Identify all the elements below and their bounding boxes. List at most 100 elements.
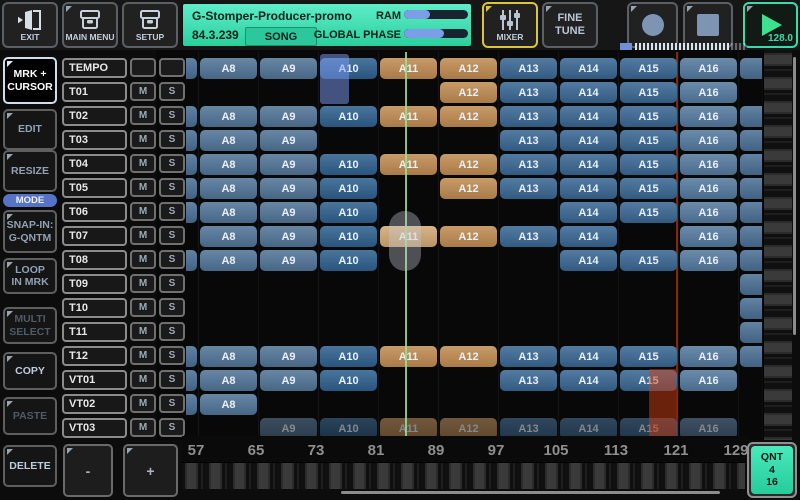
pattern-block-partial[interactable] xyxy=(186,346,197,367)
mute-button-T01[interactable]: M xyxy=(130,82,156,101)
pattern-block-A14[interactable]: A14 xyxy=(560,130,617,151)
track-button-T01[interactable]: T01 xyxy=(62,82,127,102)
pattern-block-A8[interactable]: A8 xyxy=(200,226,257,247)
pattern-block-A12[interactable]: A12 xyxy=(440,106,497,127)
solo-button-T07[interactable]: S xyxy=(159,226,185,245)
fine-tune-button[interactable]: FINE TUNE xyxy=(542,2,598,48)
pattern-block-A16[interactable]: A16 xyxy=(680,202,737,223)
pattern-block-A12[interactable]: A12 xyxy=(440,346,497,367)
pattern-block-partial[interactable] xyxy=(740,106,762,127)
pattern-block-A9[interactable]: A9 xyxy=(260,226,317,247)
pattern-block-partial[interactable] xyxy=(740,346,762,367)
stop-button[interactable] xyxy=(683,2,733,48)
pattern-block-A16[interactable]: A16 xyxy=(680,106,737,127)
pattern-block-A9[interactable]: A9 xyxy=(260,178,317,199)
mute-button-T07[interactable]: M xyxy=(130,226,156,245)
mute-button-T04[interactable]: M xyxy=(130,154,156,173)
solo-button-VT02[interactable]: S xyxy=(159,394,185,413)
sidebar-mrk-cursor-button[interactable]: MRK + CURSOR xyxy=(3,57,57,104)
mute-button-T06[interactable]: M xyxy=(130,202,156,221)
track-button-T08[interactable]: T08 xyxy=(62,250,127,270)
setup-button[interactable]: SETUP xyxy=(122,2,178,48)
solo-button-T02[interactable]: S xyxy=(159,106,185,125)
pattern-block-A11[interactable]: A11 xyxy=(380,58,437,79)
pattern-block-A16[interactable]: A16 xyxy=(680,178,737,199)
play-button[interactable]: 128.0 xyxy=(743,2,798,48)
solo-button-VT03[interactable]: S xyxy=(159,418,185,437)
track-button-T05[interactable]: T05 xyxy=(62,178,127,198)
pattern-block-A14[interactable]: A14 xyxy=(560,202,617,223)
pattern-block-partial[interactable] xyxy=(740,178,762,199)
timeline-ruler[interactable]: 576573818997105113121129 xyxy=(182,436,748,462)
pattern-block-partial[interactable] xyxy=(740,130,762,151)
pattern-block-partial[interactable] xyxy=(186,106,197,127)
solo-button-T03[interactable]: S xyxy=(159,130,185,149)
pattern-block-A9[interactable]: A9 xyxy=(260,154,317,175)
pattern-block-A10[interactable]: A10 xyxy=(320,370,377,391)
main-menu-button[interactable]: MAIN MENU xyxy=(62,2,118,48)
pattern-block-A16[interactable]: A16 xyxy=(680,226,737,247)
track-button-T10[interactable]: T10 xyxy=(62,298,127,318)
pattern-block-partial[interactable] xyxy=(740,58,762,79)
pattern-block-A16[interactable]: A16 xyxy=(680,346,737,367)
pattern-block-A8[interactable]: A8 xyxy=(200,178,257,199)
pattern-block-A9[interactable]: A9 xyxy=(260,106,317,127)
sidebar-copy-button[interactable]: COPY xyxy=(3,352,57,390)
pattern-block-A16[interactable]: A16 xyxy=(680,130,737,151)
pattern-block-A16[interactable]: A16 xyxy=(680,370,737,391)
pattern-block-partial[interactable] xyxy=(186,394,197,415)
record-button[interactable] xyxy=(627,2,678,48)
track-button-VT03[interactable]: VT03 xyxy=(62,418,127,438)
pattern-block-A11[interactable]: A11 xyxy=(380,106,437,127)
pattern-block-partial[interactable] xyxy=(186,202,197,223)
pattern-block-A14[interactable]: A14 xyxy=(560,178,617,199)
pattern-block-A8[interactable]: A8 xyxy=(200,58,257,79)
pattern-block-A10[interactable]: A10 xyxy=(320,106,377,127)
track-button-T09[interactable]: T09 xyxy=(62,274,127,294)
pattern-block-A9[interactable]: A9 xyxy=(260,346,317,367)
zoom-out-button[interactable]: - xyxy=(63,444,113,497)
horizontal-scrollbar[interactable] xyxy=(182,462,745,489)
pattern-block-A13[interactable]: A13 xyxy=(500,130,557,151)
pattern-block-A14[interactable]: A14 xyxy=(560,226,617,247)
track-button-T02[interactable]: T02 xyxy=(62,106,127,126)
pattern-block-A8[interactable]: A8 xyxy=(200,202,257,223)
pattern-block-A15[interactable]: A15 xyxy=(620,130,677,151)
pattern-block-A12[interactable]: A12 xyxy=(440,154,497,175)
pattern-block-A12[interactable]: A12 xyxy=(440,82,497,103)
pattern-block-A8[interactable]: A8 xyxy=(200,130,257,151)
mute-button-VT03[interactable]: M xyxy=(130,418,156,437)
sidebar-delete-button[interactable]: DELETE xyxy=(3,445,57,487)
pattern-block-partial[interactable] xyxy=(740,250,762,271)
vertical-scrollbar[interactable] xyxy=(763,50,792,440)
sidebar-edit-button[interactable]: EDIT xyxy=(3,109,57,150)
pattern-block-A8[interactable]: A8 xyxy=(200,394,257,415)
pattern-block-partial[interactable] xyxy=(740,322,762,343)
mute-button-T11[interactable]: M xyxy=(130,322,156,341)
pattern-block-A15[interactable]: A15 xyxy=(620,58,677,79)
pattern-block-A12[interactable]: A12 xyxy=(440,58,497,79)
pattern-block-partial[interactable] xyxy=(186,154,197,175)
track-button-T04[interactable]: T04 xyxy=(62,154,127,174)
mute-button-T12[interactable]: M xyxy=(130,346,156,365)
pattern-block-A15[interactable]: A15 xyxy=(620,106,677,127)
pattern-block-A15[interactable]: A15 xyxy=(620,202,677,223)
mute-button-VT02[interactable]: M xyxy=(130,394,156,413)
touch-cursor-handle[interactable] xyxy=(389,211,421,271)
pattern-block-partial[interactable] xyxy=(186,250,197,271)
pattern-block-A10[interactable]: A10 xyxy=(320,346,377,367)
pattern-block-A15[interactable]: A15 xyxy=(620,178,677,199)
exit-button[interactable]: EXIT xyxy=(2,2,58,48)
pattern-block-A15[interactable]: A15 xyxy=(620,250,677,271)
sidebar-multi-select-button[interactable]: MULTI SELECT xyxy=(3,307,57,344)
track-button-T12[interactable]: T12 xyxy=(62,346,127,366)
pattern-block-A10[interactable]: A10 xyxy=(320,250,377,271)
pattern-block-A13[interactable]: A13 xyxy=(500,154,557,175)
pattern-block-partial[interactable] xyxy=(186,130,197,151)
pattern-block-A14[interactable]: A14 xyxy=(560,154,617,175)
pattern-block-A16[interactable]: A16 xyxy=(680,250,737,271)
pattern-block-A15[interactable]: A15 xyxy=(620,154,677,175)
pattern-block-A14[interactable]: A14 xyxy=(560,370,617,391)
pattern-block-partial[interactable] xyxy=(186,58,197,79)
pattern-block-A13[interactable]: A13 xyxy=(500,178,557,199)
